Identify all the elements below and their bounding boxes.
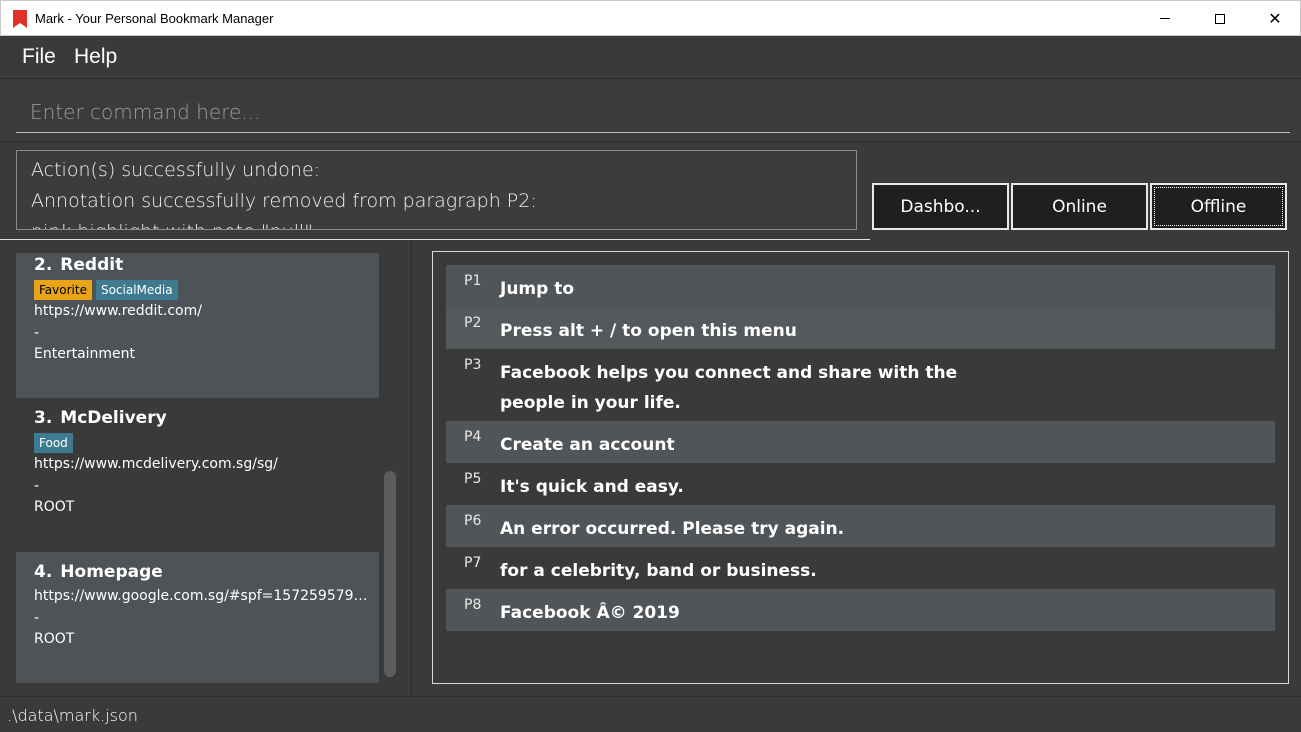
command-input[interactable] <box>16 92 1290 133</box>
list-scrollbar-thumb[interactable] <box>384 471 396 677</box>
bookmark-url: https://www.google.com.sg/#spf=157259579… <box>34 588 374 604</box>
paragraph-text: Facebook Â© 2019 <box>500 603 680 623</box>
tag-list: Food <box>34 432 379 454</box>
paragraph[interactable]: P3 Facebook helps you connect and share … <box>446 349 1275 421</box>
paragraph-id: P2 <box>464 315 482 331</box>
tag-list: Favorite SocialMedia <box>34 279 379 301</box>
bookmark-remark: - <box>34 477 40 494</box>
paragraph-id: P1 <box>464 273 482 289</box>
bookmark-title: 2. Reddit <box>34 255 379 275</box>
bookmark-index: 4. <box>34 562 53 582</box>
bookmark-remark: - <box>34 324 40 341</box>
bookmark-index: 3. <box>34 408 53 428</box>
tab-offline[interactable]: Offline <box>1150 183 1287 230</box>
reader-panel: P1 Jump to P2 Press alt + / to open this… <box>412 240 1301 696</box>
paragraph-text: Facebook helps you connect and share wit… <box>500 363 958 413</box>
tag-food: Food <box>34 433 73 453</box>
paragraph-text: Press alt + / to open this menu <box>500 321 797 341</box>
command-area <box>0 80 1301 142</box>
bookmark-folder: Entertainment <box>34 346 136 362</box>
paragraph[interactable]: P1 Jump to <box>446 265 1275 307</box>
tag-socialmedia: SocialMedia <box>95 280 178 300</box>
paragraph-id: P5 <box>464 471 482 487</box>
paragraph-text: Jump to <box>500 279 575 299</box>
bookmark-title: 4. Homepage <box>34 562 379 582</box>
menu-file[interactable]: File <box>22 45 56 69</box>
paragraph[interactable]: P6 An error occurred. Please try again. <box>446 505 1275 547</box>
bookmark-title: 3. McDelivery <box>34 408 379 428</box>
paragraph-id: P4 <box>464 429 482 445</box>
bookmark-card[interactable]: 3. McDelivery Food https://www.mcdelivery… <box>16 398 379 552</box>
minimize-button[interactable] <box>1142 1 1188 36</box>
paragraph-id: P7 <box>464 555 482 571</box>
offline-reader[interactable]: P1 Jump to P2 Press alt + / to open this… <box>432 251 1289 684</box>
bookmark-name: Homepage <box>60 562 163 582</box>
menu-bar: File Help <box>0 36 1301 79</box>
paragraph[interactable]: P4 Create an account <box>446 421 1275 463</box>
bookmark-url: https://www.reddit.com/ <box>34 303 202 319</box>
bookmark-list[interactable]: 2. Reddit Favorite SocialMedia https://www… <box>16 253 379 683</box>
bookmark-card[interactable]: 4. Homepage https://www.google.com.sg/#sp… <box>16 552 379 683</box>
paragraph[interactable]: P5 It's quick and easy. <box>446 463 1275 505</box>
maximize-button[interactable] <box>1197 1 1243 36</box>
bookmark-url: https://www.mcdelivery.com.sg/sg/ <box>34 456 278 472</box>
result-line: Annotation successfully removed from par… <box>31 190 537 212</box>
tab-online[interactable]: Online <box>1011 183 1148 230</box>
bookmark-remark: - <box>34 609 40 626</box>
paragraph-text: for a celebrity, band or business. <box>500 561 817 581</box>
tab-area: Dashbo... Online Offline <box>870 143 1301 240</box>
tab-dashboard[interactable]: Dashbo... <box>872 183 1009 230</box>
bookmark-index: 2. <box>34 255 53 275</box>
bookmark-card[interactable]: 2. Reddit Favorite SocialMedia https://www… <box>16 253 379 398</box>
bookmark-list-panel: 2. Reddit Favorite SocialMedia https://www… <box>0 240 412 696</box>
result-line: pink highlight with note "null" <box>31 217 842 229</box>
bookmark-folder: ROOT <box>34 631 75 647</box>
paragraph[interactable]: P8 Facebook Â© 2019 <box>446 589 1275 631</box>
result-display[interactable]: Action(s) successfully undone: Annotatio… <box>16 150 857 230</box>
paragraph[interactable]: P7 for a celebrity, band or business. <box>446 547 1275 589</box>
result-line: Action(s) successfully undone: <box>31 159 321 181</box>
paragraph-id: P3 <box>464 357 482 373</box>
status-bar: .\data\mark.json <box>0 696 1301 732</box>
paragraph-text: An error occurred. Please try again. <box>500 519 845 539</box>
paragraph-id: P8 <box>464 597 482 613</box>
paragraph[interactable]: P2 Press alt + / to open this menu <box>446 307 1275 349</box>
paragraph-text: It's quick and easy. <box>500 477 684 497</box>
paragraph-id: P6 <box>464 513 482 529</box>
data-file-path: .\data\mark.json <box>7 706 138 725</box>
bookmark-folder: ROOT <box>34 499 75 515</box>
title-bar: Mark - Your Personal Bookmark Manager ✕ <box>0 0 1301 36</box>
paragraph-text: Create an account <box>500 435 675 455</box>
bookmark-name: Reddit <box>60 255 124 275</box>
minimize-icon <box>1160 18 1170 19</box>
close-icon: ✕ <box>1268 9 1282 28</box>
bookmark-name: McDelivery <box>60 408 167 428</box>
bookmark-icon <box>13 10 27 28</box>
close-button[interactable]: ✕ <box>1252 1 1298 36</box>
result-area: Action(s) successfully undone: Annotatio… <box>0 143 870 240</box>
tag-favorite: Favorite <box>34 280 92 300</box>
maximize-icon <box>1215 13 1225 24</box>
menu-help[interactable]: Help <box>74 45 117 69</box>
window-title: Mark - Your Personal Bookmark Manager <box>35 11 274 26</box>
